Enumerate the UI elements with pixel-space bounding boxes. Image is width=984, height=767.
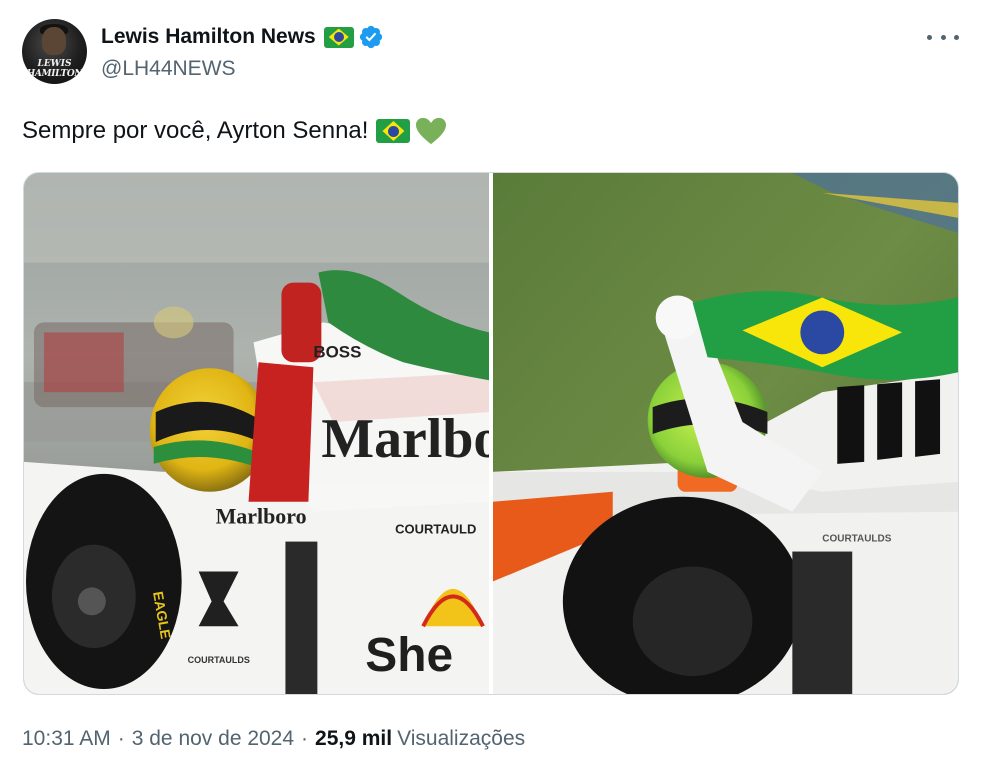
tweet-text: Sempre por você, Ayrton Senna! [22, 116, 448, 146]
left-photo-text-marlboro: Marlboro [216, 504, 307, 529]
media-photo-left[interactable]: BOSS Marlbo Marlboro COURTAULD She EAGLE… [24, 173, 489, 694]
left-photo-text-courtaulds: COURTAULDS [188, 655, 250, 665]
verified-badge-icon[interactable] [358, 24, 384, 50]
senna-photo-image: BOSS Marlbo Marlboro COURTAULD She EAGLE… [24, 173, 489, 694]
brazil-flag-icon [323, 26, 354, 48]
left-photo-text-courtauld: COURTAULD [395, 522, 476, 537]
author-handle[interactable]: @LH44NEWS [101, 57, 236, 81]
author-name-row[interactable]: Lewis Hamilton News [101, 23, 384, 51]
avatar[interactable]: LEWIS HAMILTON [22, 19, 87, 84]
tweet-text-content: Sempre por você, Ayrton Senna! [22, 117, 369, 144]
more-options-button[interactable] [927, 26, 959, 48]
media-photo-right[interactable]: COURTAULDS [493, 173, 958, 694]
views-count[interactable]: 25,9 mil [315, 727, 392, 751]
tweet-meta: 10:31 AM · 3 de nov de 2024 · 25,9 mil V… [22, 727, 525, 751]
tweet-date[interactable]: 3 de nov de 2024 [132, 727, 294, 751]
dot-icon [954, 34, 959, 40]
tweet-time[interactable]: 10:31 AM [22, 727, 111, 751]
avatar-text-line1: LEWIS [37, 59, 72, 69]
hamilton-photo-image: COURTAULDS [493, 173, 958, 694]
tweet-media[interactable]: BOSS Marlbo Marlboro COURTAULD She EAGLE… [23, 172, 959, 695]
left-photo-text-marlbo: Marlbo [321, 408, 489, 470]
dot-icon [927, 34, 932, 40]
author-display-name[interactable]: Lewis Hamilton News [101, 25, 316, 49]
dot-icon [940, 34, 946, 40]
right-photo-text-courtaulds: COURTAULDS [822, 534, 891, 545]
brazil-flag-icon [376, 119, 411, 143]
avatar-text-line2: HAMILTON [26, 69, 83, 79]
left-photo-text-boss: BOSS [313, 342, 361, 361]
meta-separator: · [301, 727, 309, 750]
meta-separator: · [117, 727, 125, 750]
avatar-face [42, 27, 66, 55]
views-label[interactable]: Visualizações [397, 727, 525, 751]
green-heart-icon [416, 117, 447, 145]
left-photo-text-shell: She [365, 629, 453, 682]
